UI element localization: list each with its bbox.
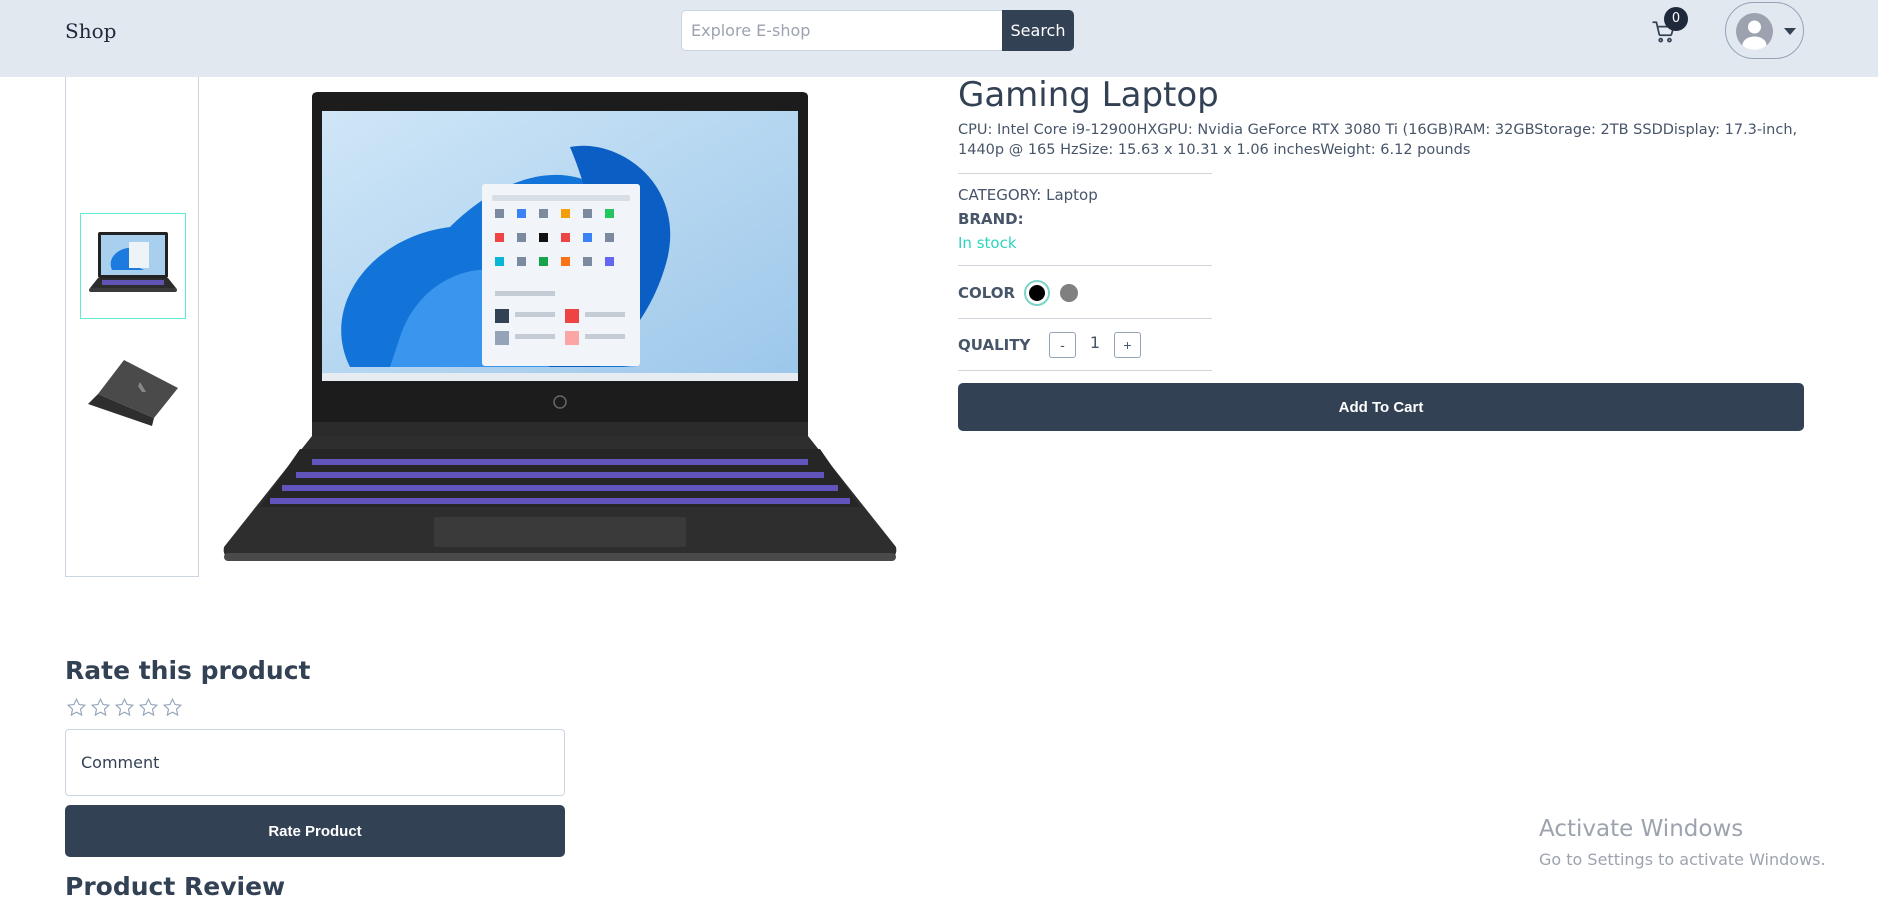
- thumbnail-back[interactable]: [80, 339, 186, 445]
- star-icon[interactable]: [138, 697, 159, 718]
- star-icon[interactable]: [114, 697, 135, 718]
- top-navbar: Shop Search 0: [0, 0, 1878, 77]
- search-button[interactable]: Search: [1002, 10, 1074, 51]
- product-description: CPU: Intel Core i9-12900HXGPU: Nvidia Ge…: [958, 122, 1798, 158]
- laptop-front-image: [89, 232, 177, 292]
- laptop-back-image: [88, 360, 178, 426]
- account-menu[interactable]: [1725, 2, 1804, 59]
- stock-status: In stock: [958, 234, 1017, 252]
- comment-input[interactable]: [65, 729, 565, 796]
- add-to-cart-button[interactable]: Add To Cart: [958, 383, 1804, 431]
- rate-product-button[interactable]: Rate Product: [65, 805, 565, 857]
- color-label: COLOR: [958, 284, 1016, 302]
- brand-row: BRAND:: [958, 210, 1024, 228]
- product-main-image: [220, 77, 900, 577]
- caret-down-icon: [1784, 28, 1796, 35]
- search-bar: Search: [681, 10, 1074, 51]
- search-input[interactable]: [681, 10, 1002, 51]
- brand-label: BRAND:: [958, 210, 1024, 228]
- divider: [958, 318, 1212, 319]
- activate-windows-title: Activate Windows: [1539, 816, 1744, 842]
- star-rating[interactable]: [66, 697, 183, 718]
- divider: [958, 265, 1212, 266]
- quantity-label: QUALITY: [958, 336, 1031, 354]
- quantity-increase-button[interactable]: +: [1114, 332, 1141, 358]
- star-icon[interactable]: [162, 697, 183, 718]
- cart-button[interactable]: 0: [1648, 7, 1688, 46]
- user-avatar-icon: [1736, 13, 1773, 50]
- category-row: CATEGORY: Laptop: [958, 186, 1098, 204]
- category-label: CATEGORY:: [958, 186, 1042, 204]
- divider: [958, 173, 1212, 174]
- color-swatch-gray[interactable]: [1060, 284, 1078, 302]
- color-swatch-black[interactable]: [1024, 280, 1050, 306]
- quantity-value: 1: [1089, 333, 1101, 352]
- shop-logo[interactable]: Shop: [65, 19, 116, 43]
- star-icon[interactable]: [66, 697, 87, 718]
- rate-product-heading: Rate this product: [65, 656, 311, 685]
- thumbnail-list: [65, 77, 199, 577]
- star-icon[interactable]: [90, 697, 111, 718]
- cart-count-badge: 0: [1664, 7, 1688, 31]
- product-review-heading: Product Review: [65, 872, 286, 897]
- divider: [958, 370, 1212, 371]
- category-value: Laptop: [1046, 186, 1098, 204]
- activate-windows-subtitle: Go to Settings to activate Windows.: [1539, 850, 1826, 869]
- thumbnail-front[interactable]: [80, 213, 186, 319]
- quantity-decrease-button[interactable]: -: [1049, 332, 1076, 358]
- product-title: Gaming Laptop: [958, 75, 1219, 115]
